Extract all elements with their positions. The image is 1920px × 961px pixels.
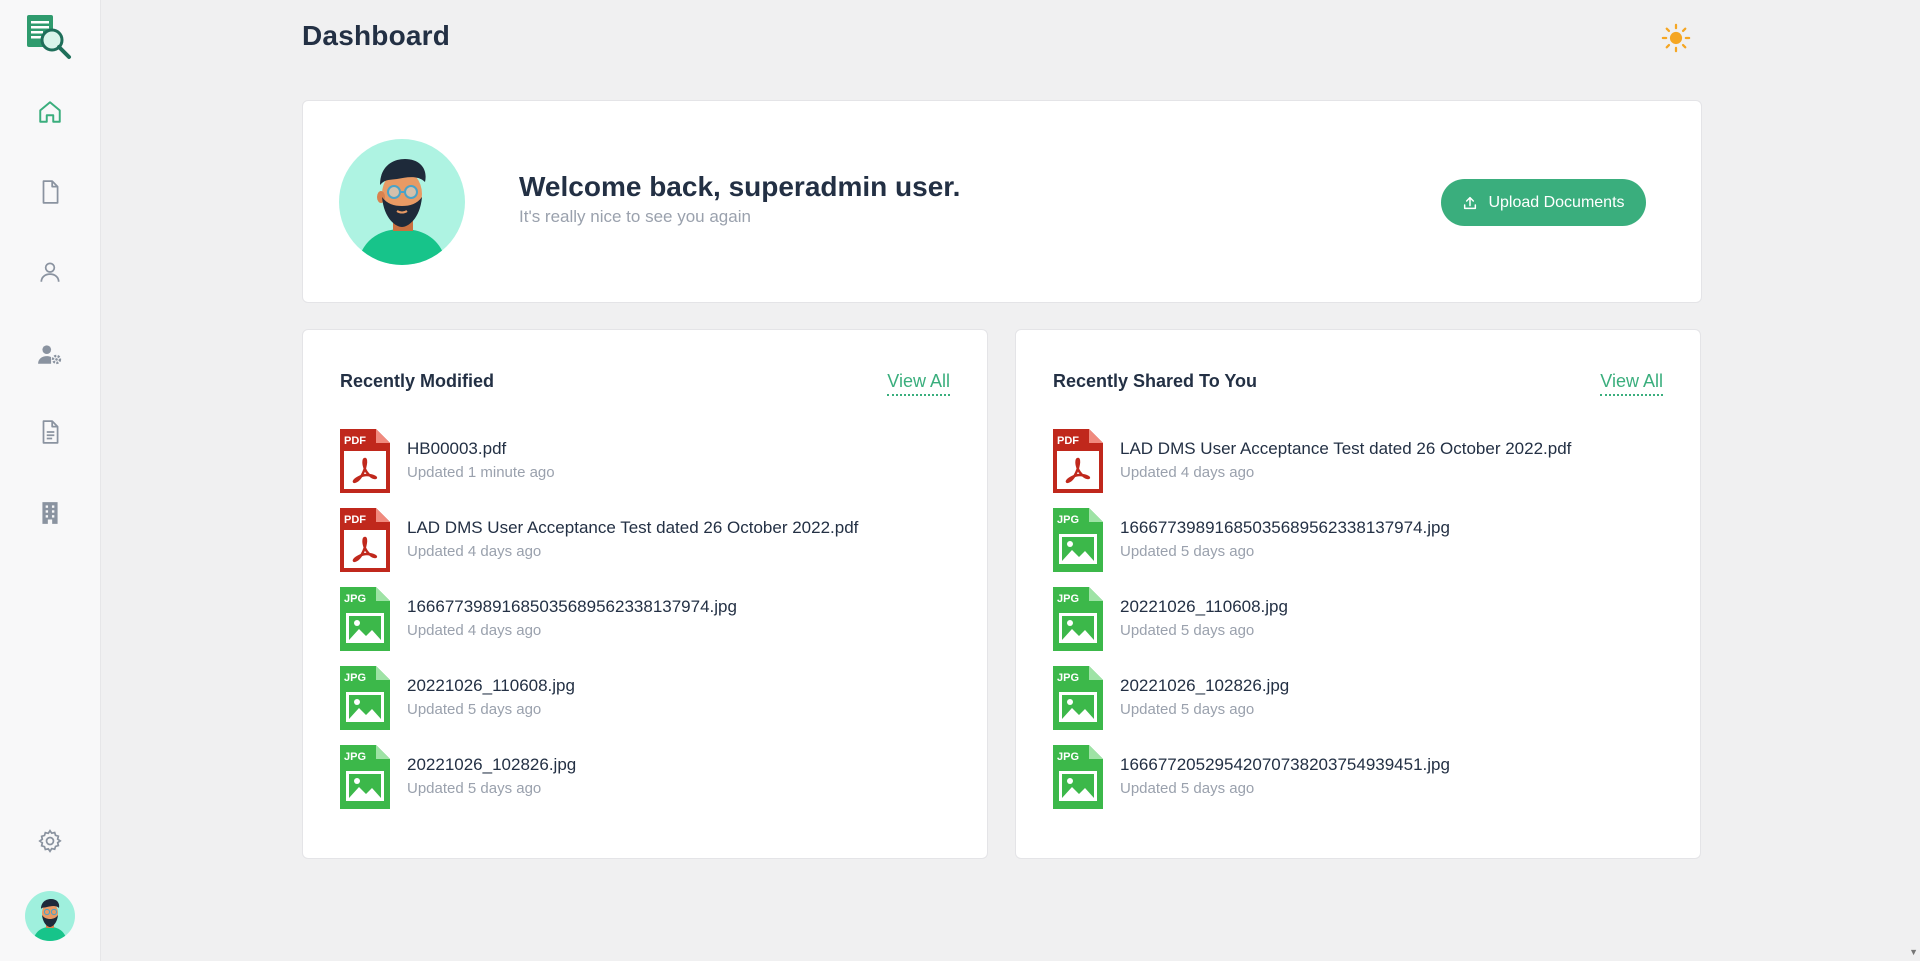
pdf-file-icon: PDF: [340, 429, 390, 493]
pdf-file-icon: PDF: [1053, 429, 1103, 493]
file-meta: HB00003.pdf Updated 1 minute ago: [407, 429, 555, 481]
jpg-file-icon: JPG: [1053, 666, 1103, 730]
file-updated-time: Updated 5 days ago: [1120, 780, 1255, 797]
sidebar-item-settings[interactable]: [34, 825, 66, 857]
file-name[interactable]: 20221026_102826.jpg: [1120, 676, 1289, 696]
sidebar: [0, 0, 101, 961]
jpg-file-icon: JPG: [340, 745, 390, 809]
jpg-file-icon: JPG: [340, 666, 390, 730]
jpg-file-icon: JPG: [1053, 508, 1103, 572]
file-icon: [42, 180, 59, 204]
page-title: Dashboard: [302, 20, 451, 51]
user-avatar[interactable]: [25, 891, 75, 941]
sidebar-item-home[interactable]: [34, 96, 66, 128]
sidebar-item-organization[interactable]: [34, 497, 66, 529]
welcome-card: Welcome back, superadmin user. It's real…: [302, 100, 1702, 303]
svg-text:PDF: PDF: [344, 514, 366, 526]
file-list-item[interactable]: JPG 16667739891685035689562338137974.jpg U…: [340, 587, 967, 666]
upload-icon: [1464, 196, 1477, 209]
sun-icon: [1661, 23, 1691, 53]
welcome-avatar: [339, 139, 465, 265]
file-meta: 20221026_102826.jpg Updated 5 days ago: [1120, 666, 1289, 718]
file-name[interactable]: 20221026_110608.jpg: [1120, 597, 1288, 617]
file-updated-time: Updated 5 days ago: [1120, 543, 1255, 560]
building-icon: [42, 502, 58, 524]
file-updated-time: Updated 5 days ago: [407, 701, 542, 718]
file-list-item[interactable]: JPG 20221026_110608.jpg Updated 5 days ago: [340, 666, 967, 745]
recently-modified-title: Recently Modified: [340, 371, 495, 391]
file-list-item[interactable]: JPG 16667739891685035689562338137974.jpg U…: [1053, 508, 1680, 587]
file-list-item[interactable]: JPG 20221026_110608.jpg Updated 5 days ago: [1053, 587, 1680, 666]
recently-modified-view-all-link[interactable]: View All: [887, 371, 950, 396]
file-updated-time: Updated 5 days ago: [1120, 701, 1255, 718]
sidebar-item-users[interactable]: [34, 256, 66, 288]
file-list-item[interactable]: JPG 16667720529542070738203754939451.jpg U…: [1053, 745, 1680, 824]
sidebar-item-documents[interactable]: [34, 176, 66, 208]
svg-text:JPG: JPG: [344, 593, 366, 605]
file-meta: 20221026_110608.jpg Updated 5 days ago: [1120, 587, 1288, 639]
file-text-icon: [42, 420, 59, 444]
file-list-item[interactable]: PDF LAD DMS User Acceptance Test dated 26…: [340, 508, 967, 587]
sidebar-item-user-settings[interactable]: [34, 338, 66, 370]
jpg-file-icon: JPG: [1053, 587, 1103, 651]
recently-modified-card: Recently Modified View All PDF HB00003.pd…: [302, 329, 988, 859]
file-list-item[interactable]: PDF LAD DMS User Acceptance Test dated 26…: [1053, 429, 1680, 508]
file-name[interactable]: 16667739891685035689562338137974.jpg: [407, 597, 737, 617]
document-search-logo-icon[interactable]: [25, 13, 75, 61]
file-updated-time: Updated 4 days ago: [1120, 464, 1255, 481]
file-meta: 20221026_110608.jpg Updated 5 days ago: [407, 666, 575, 718]
svg-text:JPG: JPG: [1057, 593, 1079, 605]
file-updated-time: Updated 5 days ago: [407, 780, 542, 797]
svg-text:JPG: JPG: [1057, 514, 1079, 526]
welcome-subtitle: It's really nice to see you again: [519, 207, 751, 226]
file-meta: 16667739891685035689562338137974.jpg Upda…: [1120, 508, 1450, 560]
file-meta: LAD DMS User Acceptance Test dated 26 Oc…: [407, 508, 858, 560]
upload-documents-label: Upload Documents: [1488, 193, 1625, 211]
gear-icon: [38, 829, 62, 853]
svg-text:JPG: JPG: [344, 672, 366, 684]
file-meta: 20221026_102826.jpg Updated 5 days ago: [407, 745, 576, 797]
file-updated-time: Updated 5 days ago: [1120, 622, 1255, 639]
svg-text:JPG: JPG: [344, 751, 366, 763]
svg-text:PDF: PDF: [1057, 435, 1079, 447]
file-updated-time: Updated 4 days ago: [407, 622, 542, 639]
scroll-down-arrow[interactable]: ▼: [1909, 947, 1918, 957]
file-list-item[interactable]: JPG 20221026_102826.jpg Updated 5 days ago: [1053, 666, 1680, 745]
theme-toggle-button[interactable]: [1658, 20, 1694, 56]
file-name[interactable]: LAD DMS User Acceptance Test dated 26 Oc…: [407, 518, 858, 538]
file-name[interactable]: LAD DMS User Acceptance Test dated 26 Oc…: [1120, 439, 1571, 459]
sidebar-item-reports[interactable]: [34, 416, 66, 448]
pdf-file-icon: PDF: [340, 508, 390, 572]
file-list-item[interactable]: PDF HB00003.pdf Updated 1 minute ago: [340, 429, 967, 508]
jpg-file-icon: JPG: [340, 587, 390, 651]
recently-shared-view-all-link[interactable]: View All: [1600, 371, 1663, 396]
svg-text:PDF: PDF: [344, 435, 366, 447]
recently-modified-list: PDF HB00003.pdf Updated 1 minute ago PDF LAD…: [340, 429, 967, 824]
recently-shared-title: Recently Shared To You: [1053, 371, 1258, 391]
file-name[interactable]: HB00003.pdf: [407, 439, 555, 459]
file-name[interactable]: 20221026_110608.jpg: [407, 676, 575, 696]
file-name[interactable]: 16667739891685035689562338137974.jpg: [1120, 518, 1450, 538]
svg-text:JPG: JPG: [1057, 751, 1079, 763]
upload-documents-button[interactable]: Upload Documents: [1441, 179, 1646, 226]
file-updated-time: Updated 4 days ago: [407, 543, 542, 560]
user-gear-icon: [38, 345, 62, 365]
svg-text:JPG: JPG: [1057, 672, 1079, 684]
file-meta: LAD DMS User Acceptance Test dated 26 Oc…: [1120, 429, 1571, 481]
jpg-file-icon: JPG: [1053, 745, 1103, 809]
file-list-item[interactable]: JPG 20221026_102826.jpg Updated 5 days ago: [340, 745, 967, 824]
welcome-title: Welcome back, superadmin user.: [519, 171, 961, 202]
file-updated-time: Updated 1 minute ago: [407, 464, 555, 481]
file-name[interactable]: 20221026_102826.jpg: [407, 755, 576, 775]
file-meta: 16667739891685035689562338137974.jpg Upda…: [407, 587, 737, 639]
file-name[interactable]: 16667720529542070738203754939451.jpg: [1120, 755, 1450, 775]
recently-shared-card: Recently Shared To You View All PDF LAD D…: [1015, 329, 1701, 859]
file-meta: 16667720529542070738203754939451.jpg Upda…: [1120, 745, 1450, 797]
recently-shared-list: PDF LAD DMS User Acceptance Test dated 26…: [1053, 429, 1680, 824]
home-icon: [39, 101, 61, 123]
user-icon: [40, 262, 60, 282]
